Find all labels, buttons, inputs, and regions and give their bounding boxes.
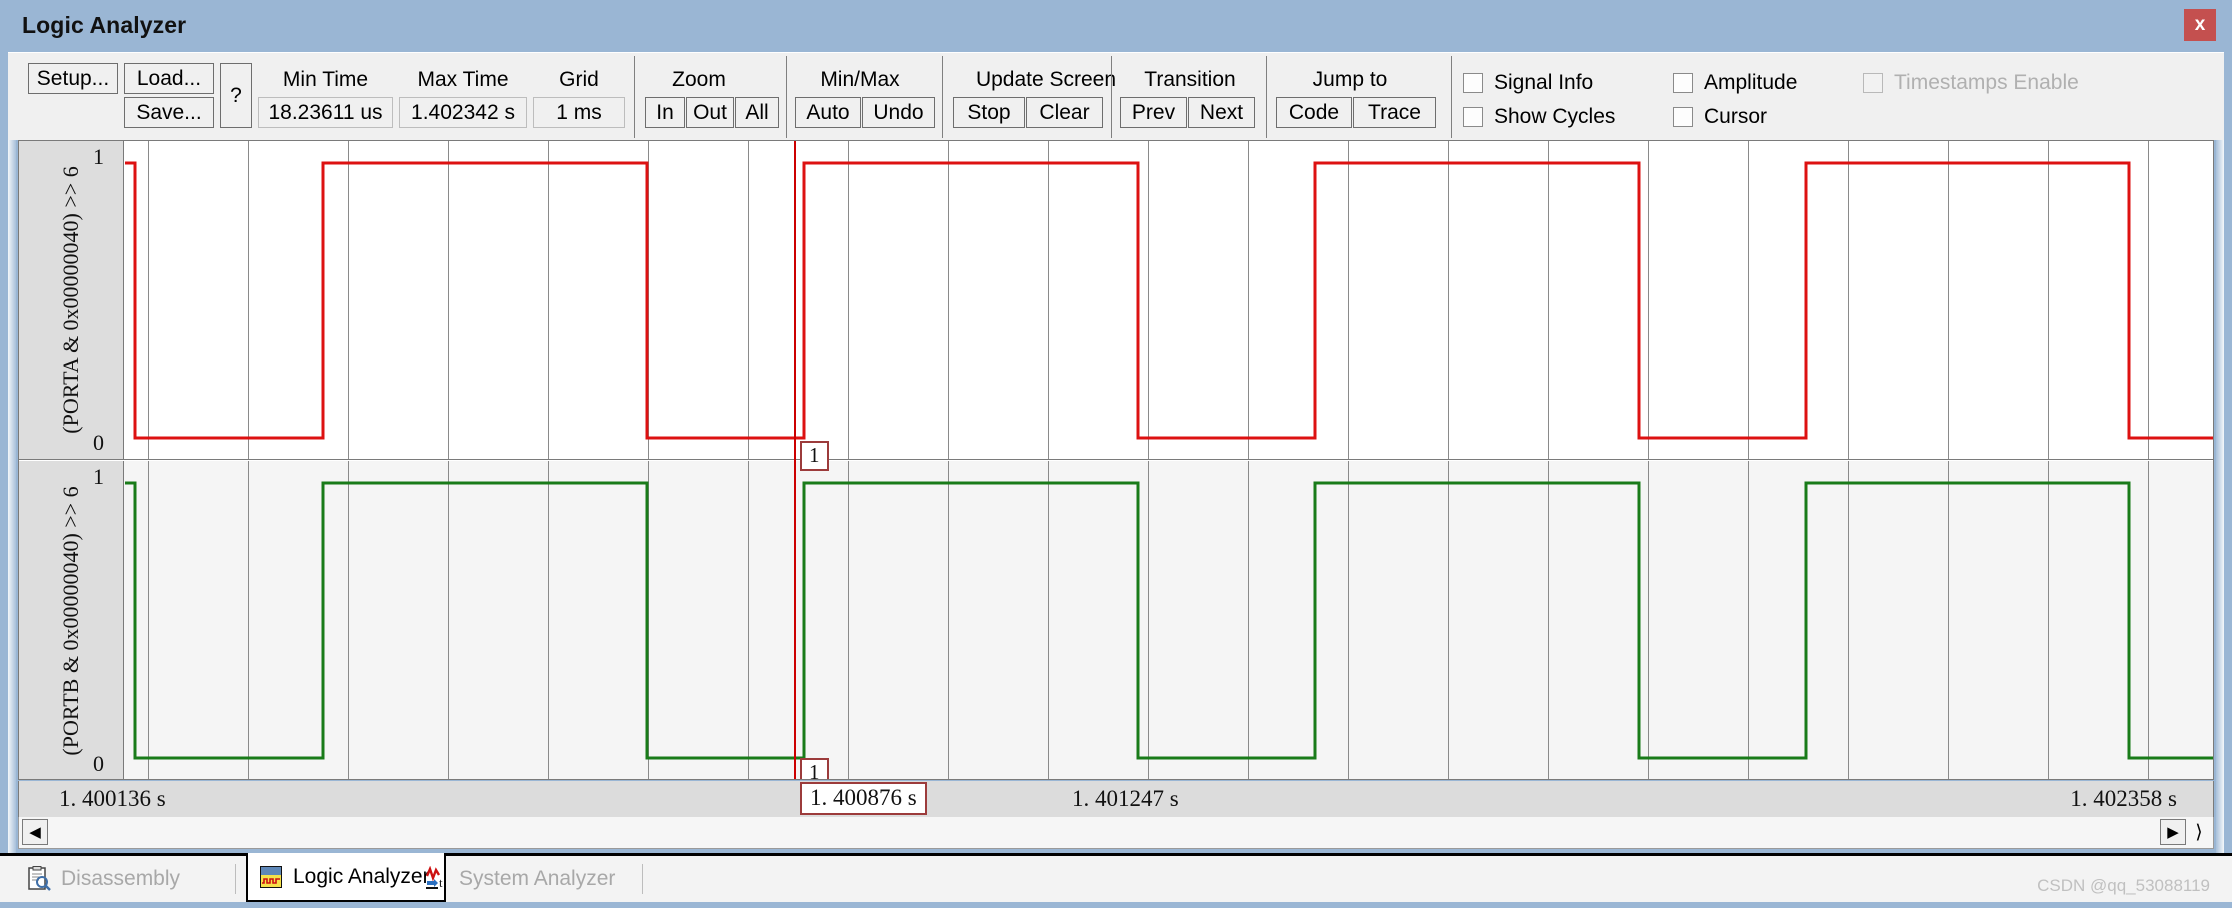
waveform-trace bbox=[125, 481, 2213, 760]
toolbar-separator bbox=[786, 56, 787, 138]
checkbox-label-timestamps-enable: Timestamps Enable bbox=[1894, 71, 2079, 94]
waveform-canvas-porta[interactable] bbox=[125, 141, 2213, 459]
tab-divider bbox=[235, 864, 236, 894]
jumpto-code-button[interactable]: Code bbox=[1276, 97, 1352, 128]
checkbox-label-show-cycles: Show Cycles bbox=[1494, 105, 1616, 128]
channel-label-cell-porta[interactable]: (PORTA & 0x00000040) >> 6 bbox=[19, 141, 124, 459]
checkbox-box-signal-info[interactable] bbox=[1463, 73, 1483, 93]
cursor-line[interactable] bbox=[794, 141, 796, 779]
tab-label-logic-analyzer: Logic Analyzer bbox=[293, 864, 430, 888]
disassembly-icon bbox=[28, 866, 51, 891]
bottom-tab-bar: Disassembly Logic Analyzer t System Anal… bbox=[0, 853, 2232, 903]
scroll-right-button[interactable]: ▶ bbox=[2160, 819, 2186, 845]
zoom-group-label: Zoom bbox=[672, 68, 726, 91]
channel-label-cell-portb[interactable]: (PORTB & 0x00000040) >> 6 bbox=[19, 461, 124, 779]
toolbar-separator bbox=[1266, 56, 1267, 138]
min-time-label: Min Time bbox=[282, 68, 369, 91]
logic-analyzer-icon bbox=[260, 865, 282, 888]
transition-next-button[interactable]: Next bbox=[1188, 97, 1255, 128]
max-time-field[interactable]: 1.402342 s bbox=[399, 97, 527, 128]
max-time-label: Max Time bbox=[417, 68, 509, 91]
save-button[interactable]: Save... bbox=[124, 97, 214, 128]
checkbox-timestamps-enable: Timestamps Enable bbox=[1863, 71, 2079, 95]
checkbox-cursor[interactable]: Cursor bbox=[1673, 105, 1767, 129]
time-label-start: 1. 400136 s bbox=[59, 786, 166, 811]
time-label-end: 1. 402358 s bbox=[2070, 786, 2177, 811]
window-title: Logic Analyzer bbox=[22, 12, 187, 38]
minmax-group-label: Min/Max bbox=[820, 68, 900, 91]
minmax-undo-button[interactable]: Undo bbox=[862, 97, 935, 128]
grid-label: Grid bbox=[559, 68, 599, 91]
load-button[interactable]: Load... bbox=[124, 63, 214, 94]
toolbar-separator bbox=[634, 56, 635, 138]
cursor-badge[interactable]: 1 bbox=[800, 758, 829, 779]
checkbox-amplitude[interactable]: Amplitude bbox=[1673, 71, 1797, 95]
checkbox-box-cursor[interactable] bbox=[1673, 107, 1693, 127]
waveform-trace bbox=[125, 161, 2213, 440]
cursor-badge[interactable]: 1 bbox=[800, 441, 829, 471]
watermark: CSDN @qq_53088119 bbox=[2037, 876, 2210, 895]
checkbox-label-amplitude: Amplitude bbox=[1704, 71, 1798, 94]
update-clear-button[interactable]: Clear bbox=[1026, 97, 1103, 128]
zoom-in-button[interactable]: In bbox=[645, 97, 685, 128]
logic-analyzer-window: Logic Analyzer x Setup... Load... Save..… bbox=[0, 0, 2232, 908]
toolbar-separator bbox=[1451, 56, 1452, 138]
title-bar: Logic Analyzer x bbox=[0, 0, 2232, 52]
window-bottom-edge bbox=[0, 902, 2232, 908]
toolbar: Setup... Load... Save... ? Min Time 18.2… bbox=[8, 52, 2224, 140]
checkbox-box-amplitude[interactable] bbox=[1673, 73, 1693, 93]
checkbox-show-cycles[interactable]: Show Cycles bbox=[1463, 105, 1615, 129]
toolbar-separator bbox=[942, 56, 943, 138]
jumpto-group-label: Jump to bbox=[1312, 68, 1388, 91]
zoom-out-button[interactable]: Out bbox=[686, 97, 734, 128]
horizontal-scrollbar[interactable]: ◀ ▶ ⟩ bbox=[18, 817, 2214, 849]
time-axis: 1. 400136 s 1. 400876 s 1. 401247 s 1. 4… bbox=[18, 781, 2214, 817]
min-time-field[interactable]: 18.23611 us bbox=[258, 97, 393, 128]
minmax-auto-button[interactable]: Auto bbox=[795, 97, 861, 128]
time-label-mid: 1. 401247 s bbox=[1072, 786, 1179, 811]
channel-row-portb[interactable]: (PORTB & 0x00000040) >> 6 1 0 bbox=[19, 461, 2213, 779]
tab-divider bbox=[642, 864, 643, 894]
channel-label-porta: (PORTA & 0x00000040) >> 6 bbox=[58, 166, 83, 434]
update-stop-button[interactable]: Stop bbox=[953, 97, 1025, 128]
checkbox-label-cursor: Cursor bbox=[1704, 105, 1768, 128]
jumpto-trace-button[interactable]: Trace bbox=[1353, 97, 1436, 128]
setup-button[interactable]: Setup... bbox=[28, 63, 118, 94]
checkbox-signal-info[interactable]: Signal Info bbox=[1463, 71, 1593, 95]
checkbox-box-timestamps-enable bbox=[1863, 73, 1883, 93]
waveform-plot-area[interactable]: (PORTA & 0x00000040) >> 6 1 0 (PORTB & 0… bbox=[18, 140, 2214, 780]
waveform-canvas-portb[interactable] bbox=[125, 461, 2213, 779]
scroll-end-button[interactable]: ⟩ bbox=[2189, 819, 2209, 845]
scroll-left-button[interactable]: ◀ bbox=[22, 819, 48, 845]
transition-prev-button[interactable]: Prev bbox=[1120, 97, 1187, 128]
zoom-all-button[interactable]: All bbox=[735, 97, 779, 128]
checkbox-label-signal-info: Signal Info bbox=[1494, 71, 1594, 94]
tab-system-analyzer[interactable]: t System Analyzer bbox=[414, 856, 629, 902]
svg-text:t: t bbox=[439, 875, 443, 890]
toolbar-separator bbox=[1111, 56, 1112, 138]
tab-label-disassembly: Disassembly bbox=[61, 867, 181, 890]
help-button[interactable]: ? bbox=[220, 63, 252, 128]
tab-label-system-analyzer: System Analyzer bbox=[459, 867, 616, 890]
checkbox-box-show-cycles[interactable] bbox=[1463, 107, 1483, 127]
time-label-cursor: 1. 400876 s bbox=[800, 782, 927, 815]
system-analyzer-icon: t bbox=[425, 866, 443, 890]
transition-group-label: Transition bbox=[1144, 68, 1236, 91]
channel-row-porta[interactable]: (PORTA & 0x00000040) >> 6 1 0 bbox=[19, 141, 2213, 460]
close-icon[interactable]: x bbox=[2184, 9, 2216, 41]
grid-field[interactable]: 1 ms bbox=[533, 97, 625, 128]
channel-label-portb: (PORTB & 0x00000040) >> 6 bbox=[58, 485, 83, 756]
tab-disassembly[interactable]: Disassembly bbox=[16, 856, 194, 902]
